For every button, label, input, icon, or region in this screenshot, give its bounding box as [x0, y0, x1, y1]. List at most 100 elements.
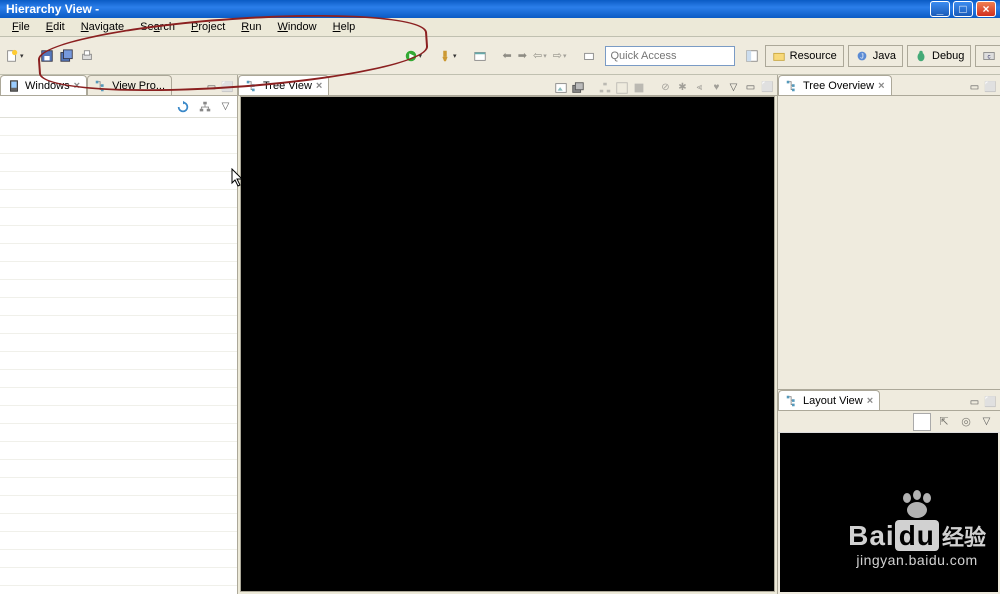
open-perspective-button[interactable] [743, 45, 760, 67]
menu-project[interactable]: Project [183, 19, 233, 35]
tree-icon [785, 79, 799, 93]
tree2-icon: ⫷ [697, 82, 703, 93]
right-arrow-icon: ⇨ [553, 49, 562, 62]
tree-icon [245, 79, 259, 93]
left-panel: Windows × View Pro... ▭ ⬜ ▽ [0, 75, 238, 594]
perspective-icon [745, 49, 759, 63]
heart-button[interactable]: ♥ [709, 80, 724, 95]
perspective-resource[interactable]: Resource [765, 45, 844, 67]
save-icon [40, 49, 54, 63]
dump-icon [632, 81, 646, 95]
minimize-button[interactable]: _ [930, 1, 950, 17]
quick-access-input[interactable] [605, 46, 735, 66]
pin-editor-button[interactable] [581, 45, 597, 67]
min-view-overview[interactable]: ▭ [967, 80, 982, 95]
menu-file[interactable]: FFileile [4, 19, 38, 35]
lv-btn3[interactable]: ◎ [957, 413, 975, 431]
refresh-button[interactable] [174, 98, 192, 116]
tab-treeoverview[interactable]: Tree Overview × [778, 75, 892, 95]
tab-layoutview[interactable]: Layout View × [778, 390, 880, 410]
nav-left-button[interactable]: ⇦▾ [532, 45, 548, 67]
pin-icon [582, 49, 596, 63]
perspective-debug[interactable]: Debug [907, 45, 971, 67]
print-button[interactable] [79, 45, 95, 67]
menu-window[interactable]: Window [269, 19, 324, 35]
profile-button[interactable]: ✱ [675, 80, 690, 95]
nav-fwd-button[interactable]: ➡ [517, 45, 528, 67]
menu-bar: FFileile Edit Navigate Search Project Ru… [0, 18, 1000, 37]
title-bar: Hierarchy View - _ □ × [0, 0, 1000, 18]
run-button[interactable]: ▾ [403, 45, 424, 67]
tree2-button[interactable]: ⫷ [692, 80, 707, 95]
close-icon[interactable]: × [316, 80, 322, 92]
invalidate-button[interactable] [597, 80, 612, 95]
perspective-bar: Resource J Java Debug c C/C++ Hierarchy … [743, 45, 1000, 67]
close-button[interactable]: × [976, 1, 996, 17]
minimize-view-button[interactable]: ▭ [204, 80, 219, 95]
stop-icon: ⊘ [661, 82, 669, 93]
save-all-button[interactable] [59, 45, 75, 67]
layout-view-canvas[interactable] [780, 433, 998, 592]
view-menu-button[interactable]: ▽ [218, 99, 233, 114]
open-type-button[interactable] [472, 45, 488, 67]
menu-edit[interactable]: Edit [38, 19, 73, 35]
menu-navigate[interactable]: Navigate [73, 19, 132, 35]
print-icon [80, 49, 94, 63]
dump-button[interactable] [631, 80, 646, 95]
search-tb-button[interactable]: ▾ [437, 45, 458, 67]
menu-search[interactable]: Search [132, 19, 183, 35]
nav-right-button[interactable]: ⇨▾ [552, 45, 568, 67]
new-icon [5, 49, 19, 63]
device-icon [7, 79, 21, 93]
tree-view-canvas[interactable] [240, 96, 775, 592]
maximize-button[interactable]: □ [953, 1, 973, 17]
image-icon [554, 81, 568, 95]
menu-help[interactable]: Help [325, 19, 364, 35]
tree-overview-panel: Tree Overview × ▭ ⬜ [778, 75, 1000, 390]
lv-btn2[interactable]: ⇱ [935, 413, 953, 431]
stop-button[interactable]: ⊘ [658, 80, 673, 95]
perspective-java[interactable]: J Java [848, 45, 903, 67]
close-icon[interactable]: × [867, 395, 873, 407]
main-toolbar: ▾ ▾ ▾ ⬅ ➡ ⇦▾ ⇨▾ Resource J Jav [0, 37, 1000, 75]
run-icon [404, 49, 418, 63]
request-layout-button[interactable] [614, 80, 629, 95]
new-button[interactable]: ▾ [4, 45, 25, 67]
tab-windows[interactable]: Windows × [0, 75, 87, 95]
load-hierarchy-button[interactable] [196, 98, 214, 116]
layout-view-panel: Layout View × ▭ ⬜ ⇱ ◎ ▽ [778, 390, 1000, 594]
overview-tabs: Tree Overview × ▭ ⬜ [778, 75, 1000, 96]
maximize-view-button[interactable]: ⬜ [220, 80, 235, 95]
max-view-overview[interactable]: ⬜ [983, 80, 998, 95]
flashlight-icon [438, 49, 452, 63]
perspective-cpp[interactable]: c C/C++ [975, 45, 1000, 67]
layout-toolbar: ⇱ ◎ ▽ [778, 411, 1000, 433]
save-png-button[interactable] [553, 80, 568, 95]
lv-menu-button[interactable]: ▽ [979, 414, 994, 429]
center-panel: Tree View × ⊘ ✱ ⫷ ♥ ▽ ▭ ⬜ [238, 75, 778, 594]
svg-text:J: J [860, 53, 864, 60]
workspace: Windows × View Pro... ▭ ⬜ ▽ [0, 75, 1000, 594]
window-buttons: _ □ × [930, 1, 996, 17]
open-type-icon [473, 49, 487, 63]
lv-white-button[interactable] [913, 413, 931, 431]
view-menu-center[interactable]: ▽ [726, 80, 741, 95]
tab-treeview[interactable]: Tree View × [238, 75, 329, 95]
bug-icon [914, 49, 928, 63]
save-button[interactable] [39, 45, 55, 67]
tree-icon [785, 394, 799, 408]
menu-run[interactable]: Run [233, 19, 269, 35]
max-view-center[interactable]: ⬜ [760, 80, 775, 95]
tree-overview-canvas[interactable] [778, 96, 1000, 389]
close-icon[interactable]: × [878, 80, 884, 92]
tab-viewpro[interactable]: View Pro... [87, 75, 172, 95]
layout-icon [615, 81, 629, 95]
nav-back-button[interactable]: ⬅ [502, 45, 513, 67]
min-view-layout[interactable]: ▭ [967, 395, 982, 410]
min-view-center[interactable]: ▭ [743, 80, 758, 95]
max-view-layout[interactable]: ⬜ [983, 395, 998, 410]
capture-button[interactable] [570, 80, 585, 95]
app-title: Hierarchy View - [6, 2, 99, 16]
cpp-icon: c [982, 49, 996, 63]
close-icon[interactable]: × [74, 80, 80, 92]
